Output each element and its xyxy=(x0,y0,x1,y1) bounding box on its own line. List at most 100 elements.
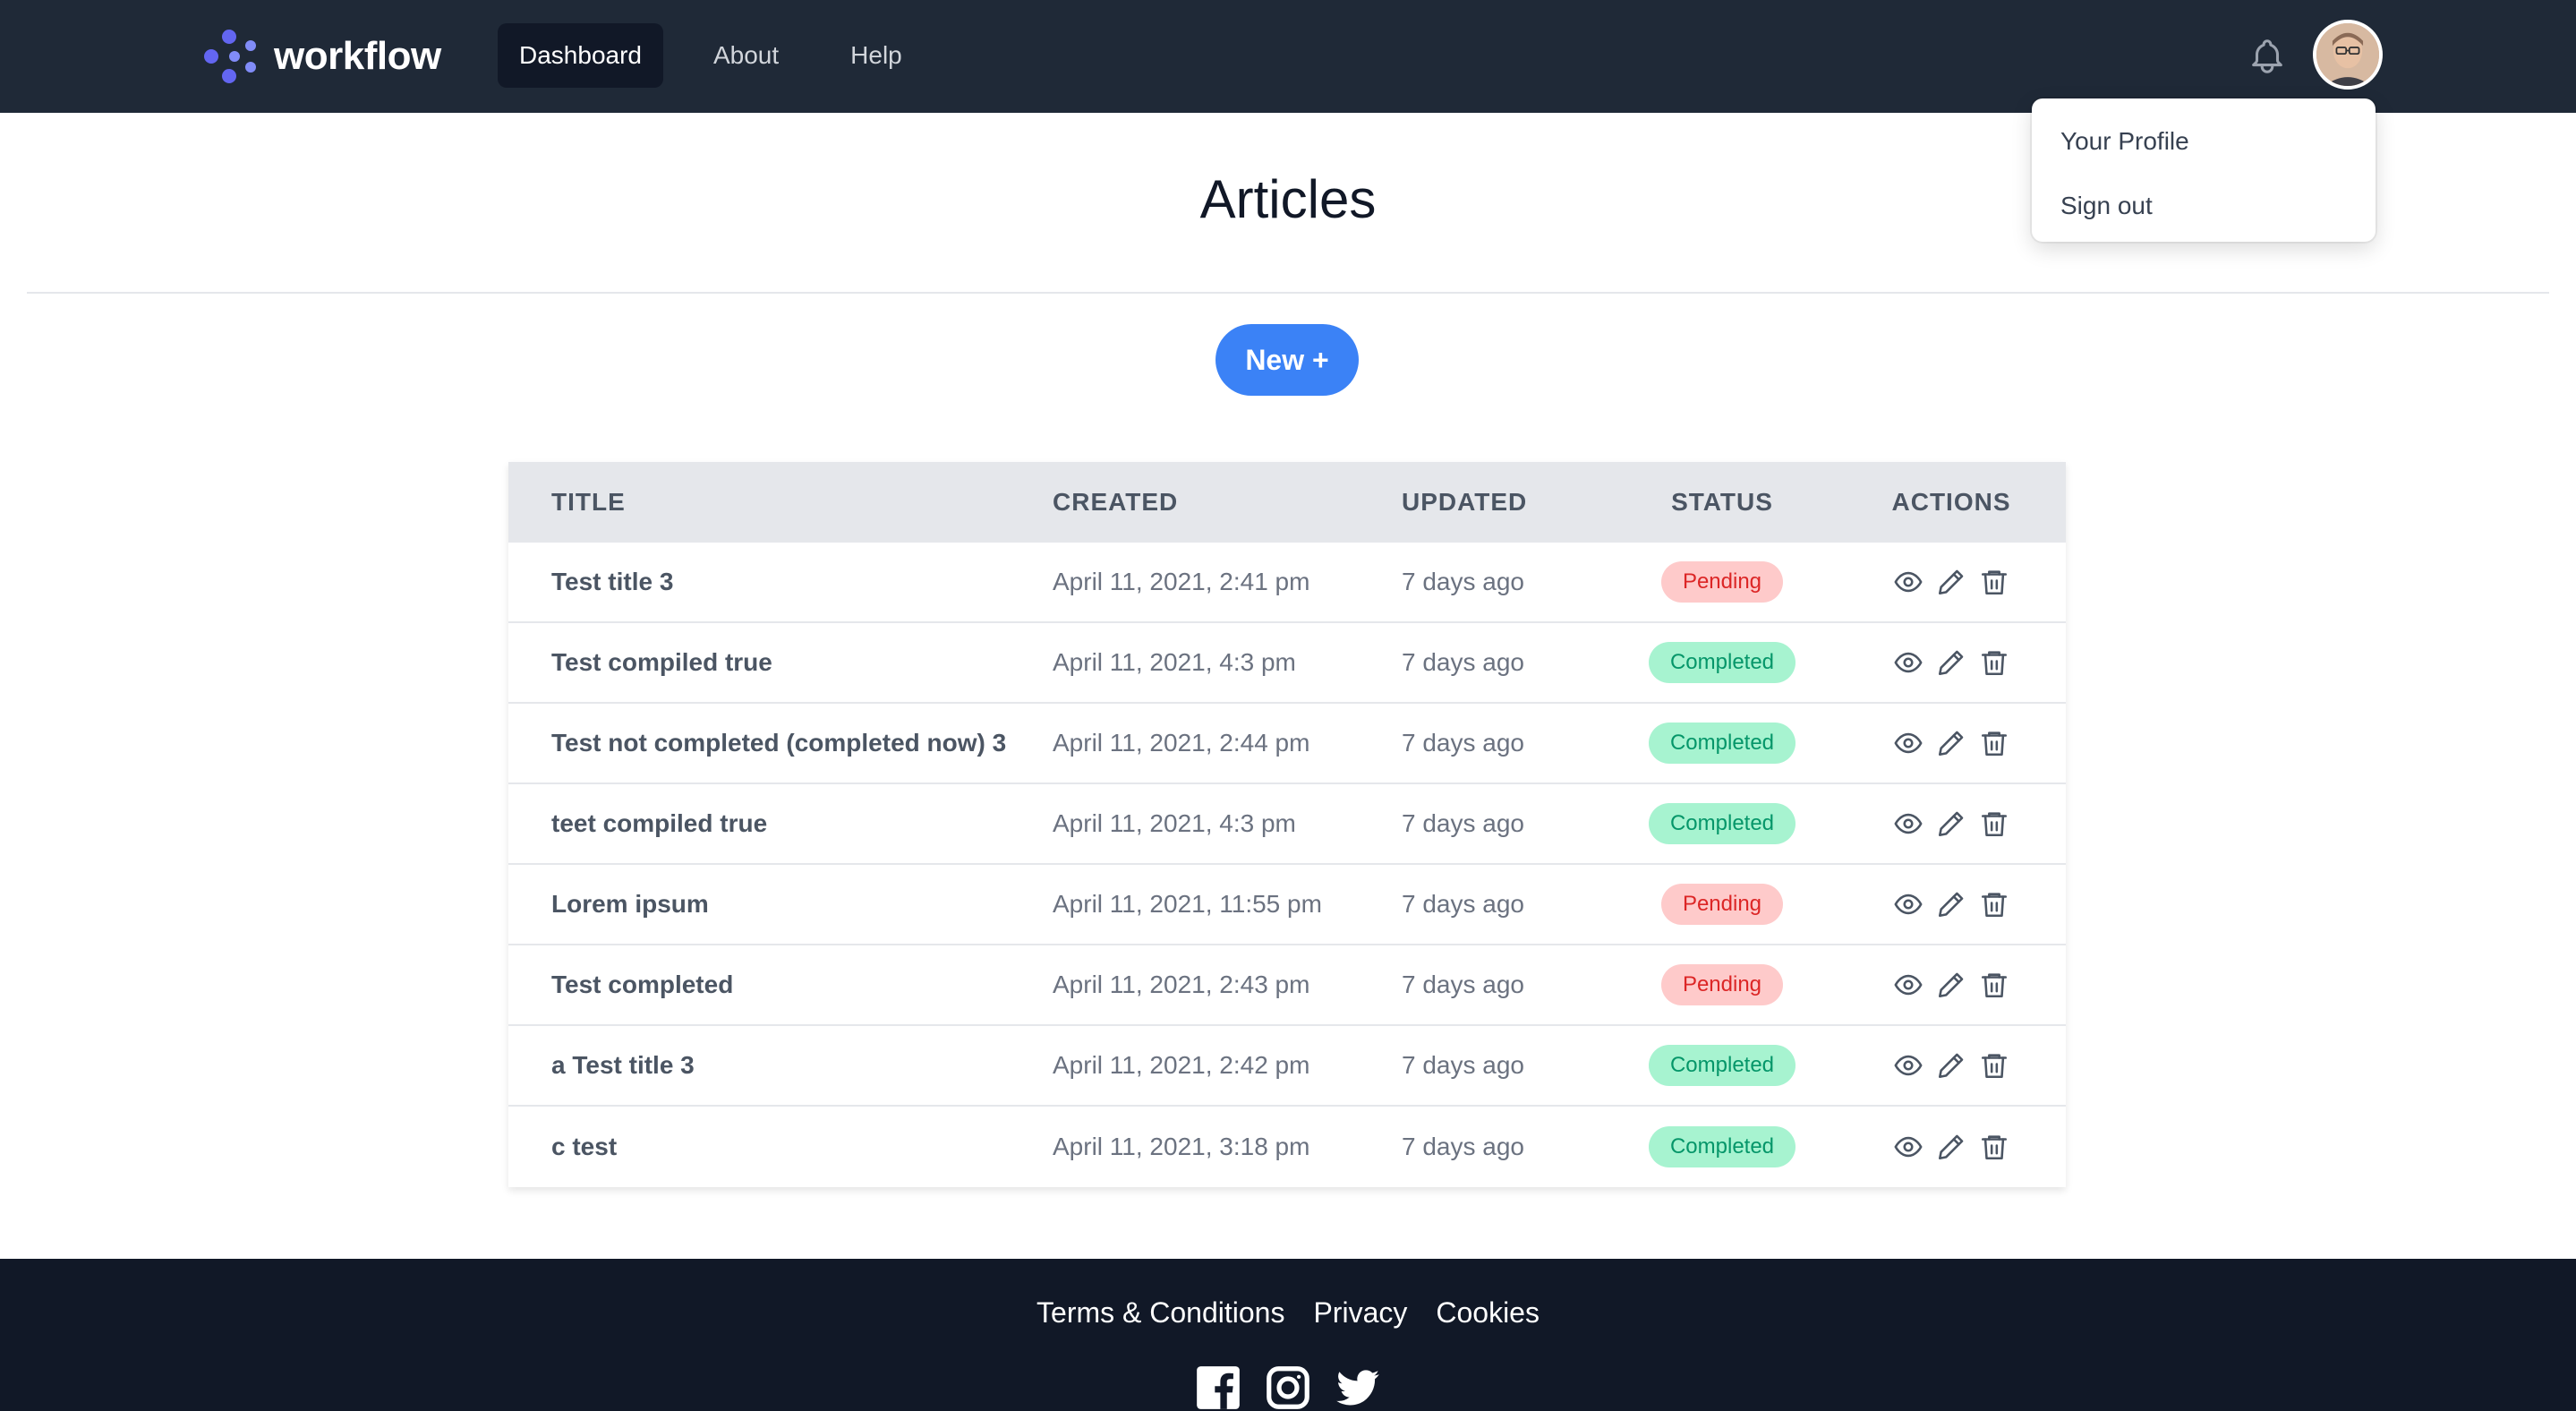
footer: Terms & Conditions Privacy Cookies xyxy=(0,1259,2576,1411)
status-badge: Pending xyxy=(1660,964,1784,1005)
created-date: April 11, 2021, 2:43 pm xyxy=(1053,971,1310,998)
updated-date: 7 days ago xyxy=(1402,971,1524,998)
column-header-title: TITLE xyxy=(551,488,626,516)
status-cell: Completed xyxy=(1608,1126,1837,1167)
edit-pencil-icon[interactable] xyxy=(1936,1050,1966,1081)
column-header-updated: UPDATED xyxy=(1402,488,1528,516)
delete-trash-icon[interactable] xyxy=(1979,1132,2009,1162)
article-title: Test title 3 xyxy=(551,568,674,595)
footer-link-privacy[interactable]: Privacy xyxy=(1313,1296,1407,1330)
status-cell: Completed xyxy=(1608,723,1837,764)
delete-trash-icon[interactable] xyxy=(1979,970,2009,1000)
twitter-icon[interactable] xyxy=(1335,1364,1381,1411)
article-title: Test not completed (completed now) 3 xyxy=(551,729,1007,757)
table-row: Lorem ipsum April 11, 2021, 11:55 pm 7 day… xyxy=(508,865,2066,945)
delete-trash-icon[interactable] xyxy=(1979,889,2009,919)
updated-date: 7 days ago xyxy=(1402,809,1524,837)
edit-pencil-icon[interactable] xyxy=(1936,567,1966,597)
view-eye-icon[interactable] xyxy=(1893,728,1923,758)
created-date: April 11, 2021, 11:55 pm xyxy=(1053,890,1322,918)
instagram-icon[interactable] xyxy=(1265,1364,1311,1411)
nav-about[interactable]: About xyxy=(692,23,800,88)
row-actions xyxy=(1837,1050,2066,1081)
updated-date: 7 days ago xyxy=(1402,568,1524,595)
articles-table: TITLE CREATED UPDATED STATUS ACTIONS Tes… xyxy=(508,462,2066,1187)
user-avatar[interactable] xyxy=(2313,20,2383,90)
status-badge: Completed xyxy=(1648,1045,1796,1086)
table-row: Test completed April 11, 2021, 2:43 pm 7 d… xyxy=(508,945,2066,1026)
delete-trash-icon[interactable] xyxy=(1979,567,2009,597)
table-row: teet compiled true April 11, 2021, 4:3 pm… xyxy=(508,784,2066,865)
updated-date: 7 days ago xyxy=(1402,648,1524,676)
edit-pencil-icon[interactable] xyxy=(1936,889,1966,919)
edit-pencil-icon[interactable] xyxy=(1936,970,1966,1000)
status-cell: Completed xyxy=(1608,642,1837,683)
delete-trash-icon[interactable] xyxy=(1979,647,2009,678)
workflow-logo-icon xyxy=(204,30,256,83)
new-article-button[interactable]: New + xyxy=(1215,324,1359,396)
notifications-bell-icon[interactable] xyxy=(2247,36,2288,77)
status-cell: Pending xyxy=(1608,884,1837,925)
menu-sign-out[interactable]: Sign out xyxy=(2032,174,2376,238)
footer-links: Terms & Conditions Privacy Cookies xyxy=(0,1296,2576,1330)
column-header-status: STATUS xyxy=(1671,488,1773,516)
column-header-created: CREATED xyxy=(1053,488,1179,516)
footer-link-terms[interactable]: Terms & Conditions xyxy=(1036,1296,1284,1330)
edit-pencil-icon[interactable] xyxy=(1936,1132,1966,1162)
delete-trash-icon[interactable] xyxy=(1979,808,2009,839)
updated-date: 7 days ago xyxy=(1402,729,1524,757)
row-actions xyxy=(1837,808,2066,839)
footer-link-cookies[interactable]: Cookies xyxy=(1436,1296,1540,1330)
created-date: April 11, 2021, 2:44 pm xyxy=(1053,729,1310,757)
table-row: c test April 11, 2021, 3:18 pm 7 days ago C… xyxy=(508,1107,2066,1187)
status-badge: Completed xyxy=(1648,723,1796,764)
edit-pencil-icon[interactable] xyxy=(1936,808,1966,839)
menu-your-profile[interactable]: Your Profile xyxy=(2032,109,2376,174)
view-eye-icon[interactable] xyxy=(1893,647,1923,678)
status-badge: Completed xyxy=(1648,803,1796,844)
article-title: c test xyxy=(551,1133,618,1160)
status-cell: Completed xyxy=(1608,1045,1837,1086)
brand[interactable]: workflow xyxy=(199,23,441,90)
article-title: Lorem ipsum xyxy=(551,890,709,918)
delete-trash-icon[interactable] xyxy=(1979,1050,2009,1081)
edit-pencil-icon[interactable] xyxy=(1936,647,1966,678)
table-body: Test title 3 April 11, 2021, 2:41 pm 7 day… xyxy=(508,543,2066,1187)
view-eye-icon[interactable] xyxy=(1893,808,1923,839)
social-links xyxy=(0,1364,2576,1411)
created-date: April 11, 2021, 2:41 pm xyxy=(1053,568,1310,595)
status-badge: Pending xyxy=(1660,884,1784,925)
view-eye-icon[interactable] xyxy=(1893,1050,1923,1081)
article-title: a Test title 3 xyxy=(551,1051,695,1079)
table-row: Test compiled true April 11, 2021, 4:3 pm… xyxy=(508,623,2066,704)
status-badge: Completed xyxy=(1648,1126,1796,1167)
status-cell: Completed xyxy=(1608,803,1837,844)
row-actions xyxy=(1837,728,2066,758)
table-row: a Test title 3 April 11, 2021, 2:42 pm 7 d… xyxy=(508,1026,2066,1107)
row-actions xyxy=(1837,647,2066,678)
table-row: Test not completed (completed now) 3 Apri… xyxy=(508,704,2066,784)
view-eye-icon[interactable] xyxy=(1893,1132,1923,1162)
article-title: Test compiled true xyxy=(551,648,772,676)
facebook-icon[interactable] xyxy=(1195,1364,1241,1411)
view-eye-icon[interactable] xyxy=(1893,889,1923,919)
row-actions xyxy=(1837,567,2066,597)
status-badge: Pending xyxy=(1660,561,1784,603)
status-cell: Pending xyxy=(1608,561,1837,603)
row-actions xyxy=(1837,1132,2066,1162)
top-navbar: workflow Dashboard About Help xyxy=(0,0,2576,113)
edit-pencil-icon[interactable] xyxy=(1936,728,1966,758)
status-badge: Completed xyxy=(1648,642,1796,683)
user-dropdown-menu: Your Profile Sign out xyxy=(2032,98,2376,242)
delete-trash-icon[interactable] xyxy=(1979,728,2009,758)
nav-help[interactable]: Help xyxy=(829,23,924,88)
user-photo-icon xyxy=(2316,23,2379,86)
updated-date: 7 days ago xyxy=(1402,890,1524,918)
nav-dashboard[interactable]: Dashboard xyxy=(498,23,663,88)
table-row: Test title 3 April 11, 2021, 2:41 pm 7 day… xyxy=(508,543,2066,623)
view-eye-icon[interactable] xyxy=(1893,970,1923,1000)
view-eye-icon[interactable] xyxy=(1893,567,1923,597)
created-date: April 11, 2021, 4:3 pm xyxy=(1053,648,1296,676)
created-date: April 11, 2021, 3:18 pm xyxy=(1053,1133,1310,1160)
column-header-actions: ACTIONS xyxy=(1891,488,2011,516)
